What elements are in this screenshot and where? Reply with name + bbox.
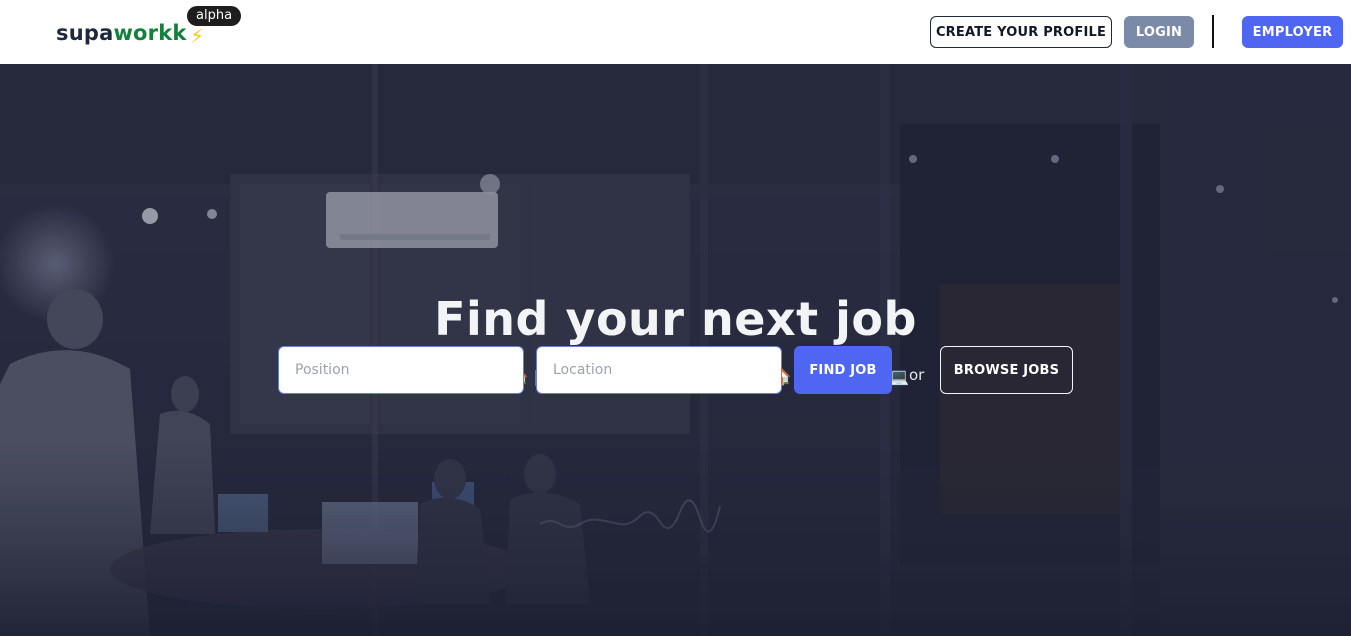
find-job-button[interactable]: FIND JOB: [794, 346, 892, 394]
location-input[interactable]: [536, 346, 782, 394]
nav-divider: [1212, 15, 1214, 48]
lightning-bolt-icon: ⚡: [190, 24, 205, 48]
supaworkk-logo[interactable]: supaworkk ⚡ alpha: [56, 6, 242, 48]
logo-text-workk: workk: [113, 21, 187, 45]
top-navbar: supaworkk ⚡ alpha CREATE YOUR PROFILE LO…: [0, 0, 1351, 64]
or-separator: or: [909, 366, 925, 384]
create-profile-button[interactable]: CREATE YOUR PROFILE: [930, 16, 1112, 48]
position-input[interactable]: [278, 346, 524, 394]
logo-text-supa: supa: [56, 21, 114, 45]
alpha-badge: alpha: [187, 6, 242, 26]
employer-button[interactable]: EMPLOYER: [1242, 16, 1343, 48]
login-button[interactable]: LOGIN: [1124, 16, 1194, 48]
browse-jobs-button[interactable]: BROWSE JOBS: [940, 346, 1073, 394]
hero-title: Find your next job: [434, 292, 917, 346]
